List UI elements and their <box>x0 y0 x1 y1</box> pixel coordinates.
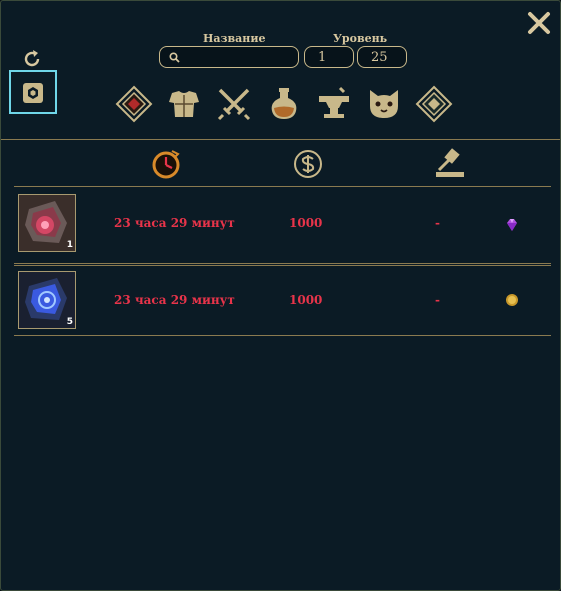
price-icon <box>292 148 324 184</box>
name-search-field[interactable] <box>159 46 299 68</box>
bid-icon <box>433 148 467 184</box>
item-quantity: 1 <box>66 240 73 250</box>
price: 1000 <box>289 293 323 307</box>
row-divider <box>14 265 551 266</box>
bid: - <box>435 293 440 307</box>
category-all-icon[interactable] <box>114 84 154 124</box>
table-row[interactable]: 1 23 часа 29 минут 1000 - <box>15 194 551 256</box>
level-min-input[interactable] <box>305 47 353 67</box>
category-weapons-icon[interactable] <box>214 84 254 124</box>
time-remaining: 23 часа 29 минут <box>114 216 235 230</box>
search-input[interactable] <box>160 47 298 67</box>
item-thumbnail[interactable]: 5 <box>18 271 76 329</box>
category-armor-icon[interactable] <box>164 84 204 124</box>
category-crafting-icon[interactable] <box>314 84 354 124</box>
row-divider <box>14 263 551 264</box>
time-remaining-icon <box>150 148 182 184</box>
row-divider <box>14 335 551 336</box>
my-listings-button[interactable] <box>9 70 57 114</box>
price: 1000 <box>289 216 323 230</box>
gem-icon <box>507 219 517 231</box>
level-max-input[interactable] <box>358 47 406 67</box>
item-quantity: 5 <box>66 317 73 327</box>
category-misc-icon[interactable] <box>414 84 454 124</box>
box-icon <box>23 83 43 103</box>
gold-coin-icon <box>506 294 518 306</box>
category-pets-icon[interactable] <box>364 84 404 124</box>
row-divider <box>14 186 551 187</box>
category-potions-icon[interactable] <box>264 84 304 124</box>
table-row[interactable]: 5 23 часа 29 минут 1000 - <box>15 271 551 333</box>
refresh-icon[interactable] <box>21 48 43 70</box>
auction-window: Название Уровень 1 25 1 23 часа 29 минут… <box>0 0 561 591</box>
name-label: Название <box>203 32 266 45</box>
bid: - <box>435 216 440 230</box>
level-max-field[interactable] <box>357 46 407 68</box>
level-min-field[interactable] <box>304 46 354 68</box>
item-thumbnail[interactable]: 1 <box>18 194 76 252</box>
time-remaining: 23 часа 29 минут <box>114 293 235 307</box>
level-label: Уровень <box>333 32 388 45</box>
close-icon[interactable] <box>525 9 553 37</box>
header-divider <box>1 139 560 140</box>
